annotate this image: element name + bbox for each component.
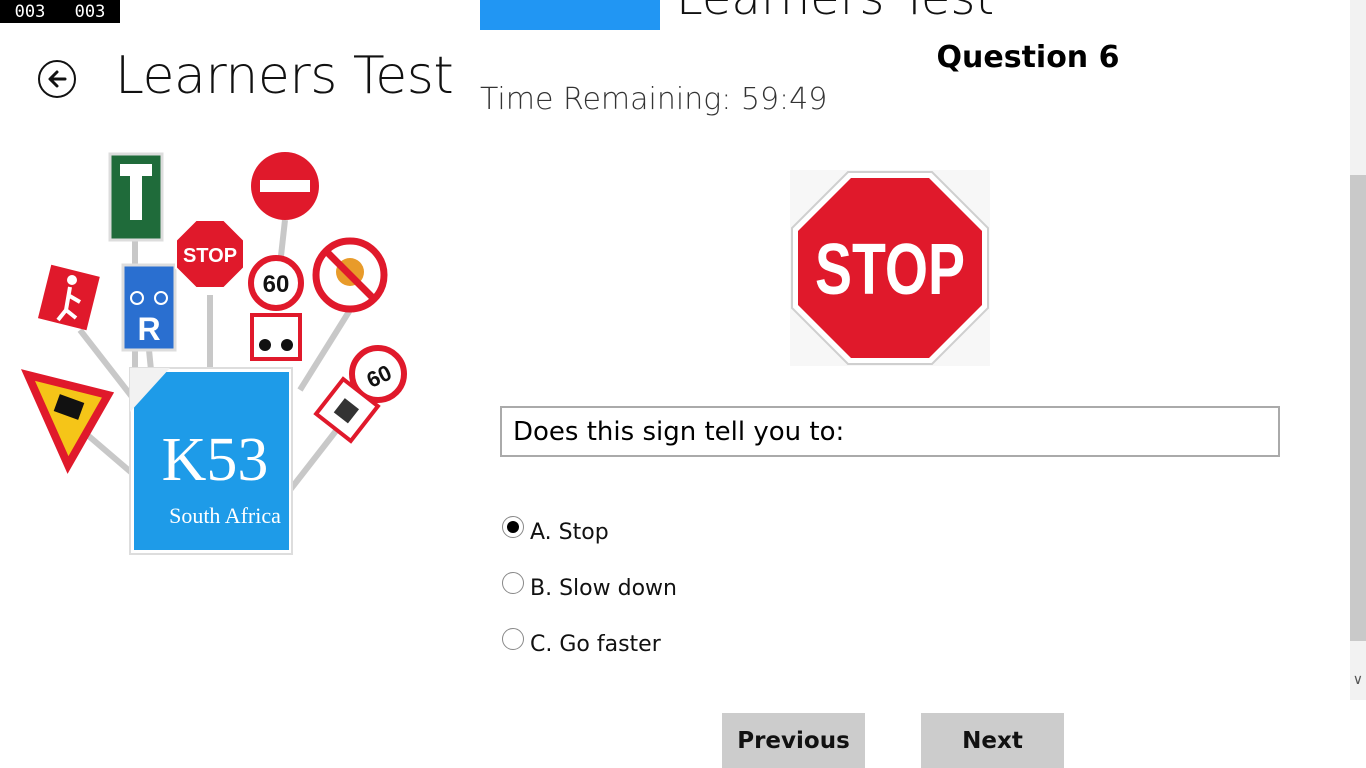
page-title: Learners Test xyxy=(115,46,454,106)
previous-button[interactable]: Previous xyxy=(722,713,865,768)
question-prompt-text: Does this sign tell you to: xyxy=(513,416,845,447)
timer-label: Time Remaining: xyxy=(480,82,732,117)
k53-badge-text: K53 xyxy=(162,426,269,494)
clipped-header-title: Learners Test xyxy=(676,0,994,26)
option-a[interactable]: A. Stop xyxy=(502,515,609,545)
road-signs-illustration: R STOP 60 60 K53 South Africa xyxy=(21,152,407,555)
stop-sign-image: STOP xyxy=(790,170,990,366)
svg-text:STOP: STOP xyxy=(183,245,237,267)
back-button[interactable] xyxy=(38,60,76,98)
frame-counter-right: 003 xyxy=(74,1,106,22)
k53-badge-subtext: South Africa xyxy=(169,503,281,528)
radio-option-c[interactable] xyxy=(502,627,524,650)
time-remaining: Time Remaining: 59:49 xyxy=(480,82,827,117)
scrollbar-thumb[interactable] xyxy=(1350,175,1366,641)
arrow-left-icon xyxy=(48,70,67,88)
option-c-label: C. Go faster xyxy=(530,632,661,657)
question-heading: Question 6 xyxy=(936,40,1120,75)
question-prompt: Does this sign tell you to: xyxy=(500,406,1280,457)
header-accent-block xyxy=(480,0,660,30)
radio-option-b[interactable] xyxy=(502,571,524,594)
frame-counter-left: 003 xyxy=(14,1,46,22)
radio-option-a[interactable] xyxy=(502,515,524,538)
chevron-down-icon[interactable]: ∨ xyxy=(1353,672,1363,688)
option-c[interactable]: C. Go faster xyxy=(502,627,661,657)
svg-text:60: 60 xyxy=(263,271,290,298)
option-b[interactable]: B. Slow down xyxy=(502,571,677,601)
frame-counter: 003 003 xyxy=(0,0,120,23)
option-b-label: B. Slow down xyxy=(530,576,677,601)
svg-text:R: R xyxy=(137,311,160,347)
timer-value: 59:49 xyxy=(740,82,828,117)
next-button[interactable]: Next xyxy=(921,713,1064,768)
stop-sign-text: STOP xyxy=(815,230,965,310)
option-a-label: A. Stop xyxy=(530,520,609,545)
